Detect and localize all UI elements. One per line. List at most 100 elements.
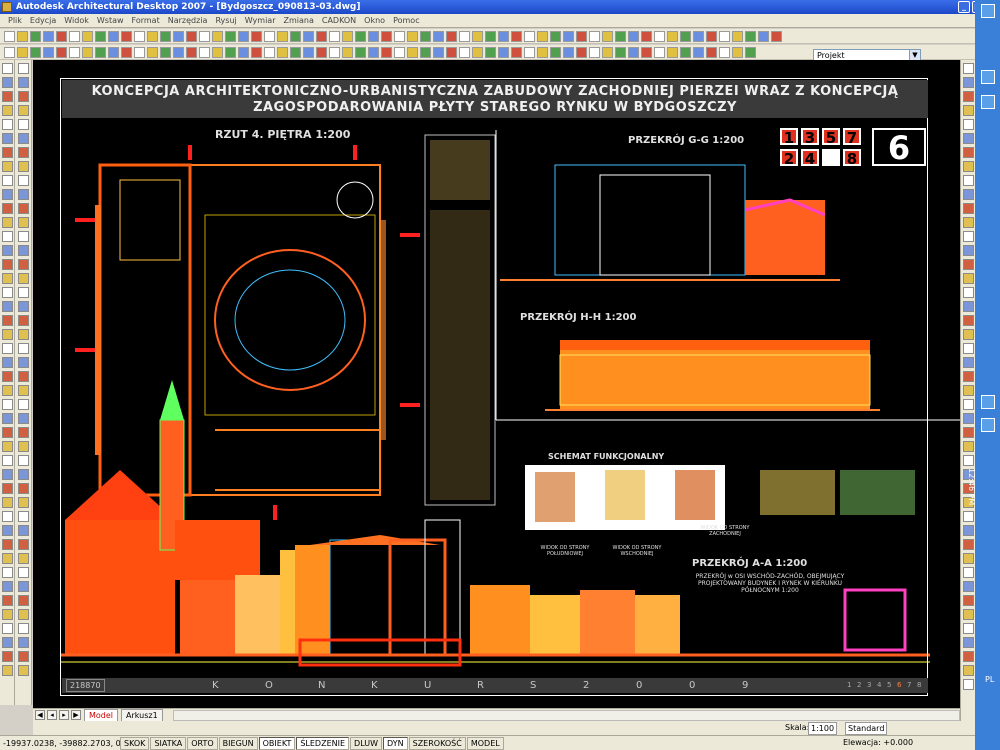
- toolbar-button-icon[interactable]: [160, 46, 171, 58]
- tool-button-icon[interactable]: [17, 287, 29, 298]
- toolbar-button-icon[interactable]: [381, 30, 392, 42]
- tool-button-icon[interactable]: [17, 567, 29, 578]
- tool-button-icon[interactable]: [962, 567, 974, 578]
- toolbar-button-icon[interactable]: [368, 46, 379, 58]
- tool-button-icon[interactable]: [1, 595, 13, 606]
- toolbar-button-icon[interactable]: [17, 46, 28, 58]
- toolbar-button-icon[interactable]: [30, 46, 41, 58]
- tool-button-icon[interactable]: [962, 77, 974, 88]
- status-toggle[interactable]: SZEROKOŚĆ: [408, 736, 466, 750]
- tool-button-icon[interactable]: [1, 623, 13, 634]
- toolbar-button-icon[interactable]: [147, 46, 158, 58]
- style-dropdown[interactable]: Standard: [845, 722, 888, 735]
- tool-button-icon[interactable]: [962, 637, 974, 648]
- toolbar-button-icon[interactable]: [420, 46, 431, 58]
- toolbar-button-icon[interactable]: [212, 46, 223, 58]
- toolbar-button-icon[interactable]: [563, 46, 574, 58]
- status-toggle[interactable]: BIEGUN: [218, 736, 258, 750]
- status-toggle[interactable]: ORTO: [187, 736, 218, 750]
- toolbar-button-icon[interactable]: [186, 46, 197, 58]
- menu-item[interactable]: Rysuj: [211, 14, 240, 28]
- toolbar-button-icon[interactable]: [602, 30, 613, 42]
- toolbar-button-icon[interactable]: [329, 46, 340, 58]
- toolbar-button-icon[interactable]: [693, 30, 704, 42]
- toolbar-button-icon[interactable]: [43, 30, 54, 42]
- toolbar-button-icon[interactable]: [30, 30, 41, 42]
- tool-button-icon[interactable]: [962, 581, 974, 592]
- tool-button-icon[interactable]: [1, 77, 13, 88]
- toolbar-button-icon[interactable]: [628, 46, 639, 58]
- toolbar-button-icon[interactable]: [290, 30, 301, 42]
- tool-button-icon[interactable]: [962, 385, 974, 396]
- tray-icon[interactable]: [981, 418, 995, 432]
- tool-button-icon[interactable]: [1, 651, 13, 662]
- tool-button-icon[interactable]: [1, 329, 13, 340]
- toolbar-button-icon[interactable]: [433, 30, 444, 42]
- tool-button-icon[interactable]: [962, 105, 974, 116]
- tool-button-icon[interactable]: [962, 63, 974, 74]
- toolbar-button-icon[interactable]: [771, 30, 782, 42]
- taskbar-app-icon[interactable]: [981, 70, 995, 84]
- tool-button-icon[interactable]: [962, 413, 974, 424]
- toolbar-button-icon[interactable]: [498, 46, 509, 58]
- tool-button-icon[interactable]: [17, 595, 29, 606]
- tool-button-icon[interactable]: [1, 497, 13, 508]
- minimize-button[interactable]: _: [958, 1, 970, 13]
- tool-button-icon[interactable]: [1, 259, 13, 270]
- toolbar-button-icon[interactable]: [43, 46, 54, 58]
- tool-button-icon[interactable]: [17, 553, 29, 564]
- toolbar-button-icon[interactable]: [212, 30, 223, 42]
- status-toggle[interactable]: MODEL: [466, 736, 504, 750]
- toolbar-button-icon[interactable]: [667, 30, 678, 42]
- tab-model[interactable]: Model: [84, 708, 119, 722]
- toolbar-button-icon[interactable]: [4, 46, 15, 58]
- tool-button-icon[interactable]: [1, 189, 13, 200]
- toolbar-button-icon[interactable]: [680, 30, 691, 42]
- toolbar-button-icon[interactable]: [173, 30, 184, 42]
- toolbar-button-icon[interactable]: [745, 46, 756, 58]
- tool-button-icon[interactable]: [962, 427, 974, 438]
- toolbar-button-icon[interactable]: [550, 30, 561, 42]
- tool-button-icon[interactable]: [17, 525, 29, 536]
- toolbar-button-icon[interactable]: [82, 46, 93, 58]
- menu-item[interactable]: CADKON: [318, 14, 360, 28]
- toolbar-button-icon[interactable]: [303, 30, 314, 42]
- tool-button-icon[interactable]: [962, 357, 974, 368]
- tool-button-icon[interactable]: [962, 203, 974, 214]
- tool-button-icon[interactable]: [17, 413, 29, 424]
- tool-button-icon[interactable]: [962, 371, 974, 382]
- tool-button-icon[interactable]: [17, 203, 29, 214]
- toolbar-button-icon[interactable]: [199, 46, 210, 58]
- tool-button-icon[interactable]: [962, 231, 974, 242]
- tool-button-icon[interactable]: [1, 91, 13, 102]
- tool-button-icon[interactable]: [962, 665, 974, 676]
- tool-button-icon[interactable]: [17, 105, 29, 116]
- tool-button-icon[interactable]: [962, 609, 974, 620]
- toolbar-button-icon[interactable]: [693, 46, 704, 58]
- toolbar-button-icon[interactable]: [550, 46, 561, 58]
- toolbar-button-icon[interactable]: [82, 30, 93, 42]
- toolbar-button-icon[interactable]: [329, 30, 340, 42]
- menu-item[interactable]: Okno: [360, 14, 389, 28]
- tool-button-icon[interactable]: [962, 623, 974, 634]
- tool-button-icon[interactable]: [1, 245, 13, 256]
- toolbar-button-icon[interactable]: [433, 46, 444, 58]
- toolbar-button-icon[interactable]: [758, 30, 769, 42]
- toolbar-button-icon[interactable]: [563, 30, 574, 42]
- tool-button-icon[interactable]: [1, 399, 13, 410]
- tool-button-icon[interactable]: [962, 259, 974, 270]
- status-toggle[interactable]: DLUW: [350, 736, 383, 750]
- tool-button-icon[interactable]: [1, 469, 13, 480]
- tool-button-icon[interactable]: [1, 287, 13, 298]
- toolbar-button-icon[interactable]: [225, 30, 236, 42]
- tool-button-icon[interactable]: [1, 133, 13, 144]
- toolbar-button-icon[interactable]: [316, 46, 327, 58]
- status-toggle[interactable]: SIATKA: [150, 736, 187, 750]
- toolbar-button-icon[interactable]: [732, 30, 743, 42]
- tool-button-icon[interactable]: [17, 77, 29, 88]
- tool-button-icon[interactable]: [17, 259, 29, 270]
- tool-button-icon[interactable]: [17, 609, 29, 620]
- toolbar-button-icon[interactable]: [537, 30, 548, 42]
- toolbar-button-icon[interactable]: [355, 30, 366, 42]
- toolbar-button-icon[interactable]: [108, 46, 119, 58]
